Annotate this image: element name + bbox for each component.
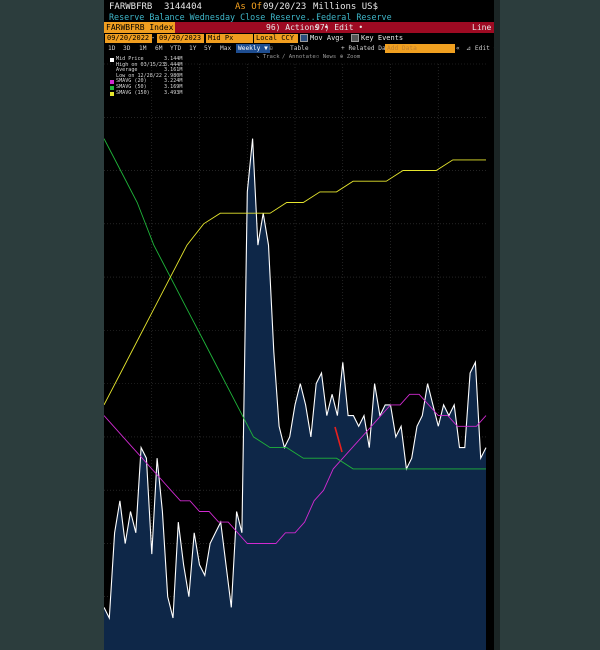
scrollbar[interactable] bbox=[494, 0, 500, 650]
chart-legend: Mid Price 3.144M High on 03/15/23 3.444M Ave… bbox=[110, 56, 190, 97]
legend-swatch bbox=[110, 85, 114, 90]
legend-item: SMAVG (150) 3.493M bbox=[110, 89, 190, 97]
legend-swatch bbox=[110, 58, 114, 62]
legend-value: 3.493M bbox=[164, 89, 183, 96]
terminal-window: FARWBFRB 3144404 As Of 09/20/23 Millions… bbox=[104, 0, 494, 650]
legend-label: SMAVG (150) bbox=[116, 89, 150, 96]
legend-swatch bbox=[110, 80, 114, 85]
legend-swatch bbox=[110, 91, 114, 96]
price-chart[interactable] bbox=[104, 0, 494, 650]
